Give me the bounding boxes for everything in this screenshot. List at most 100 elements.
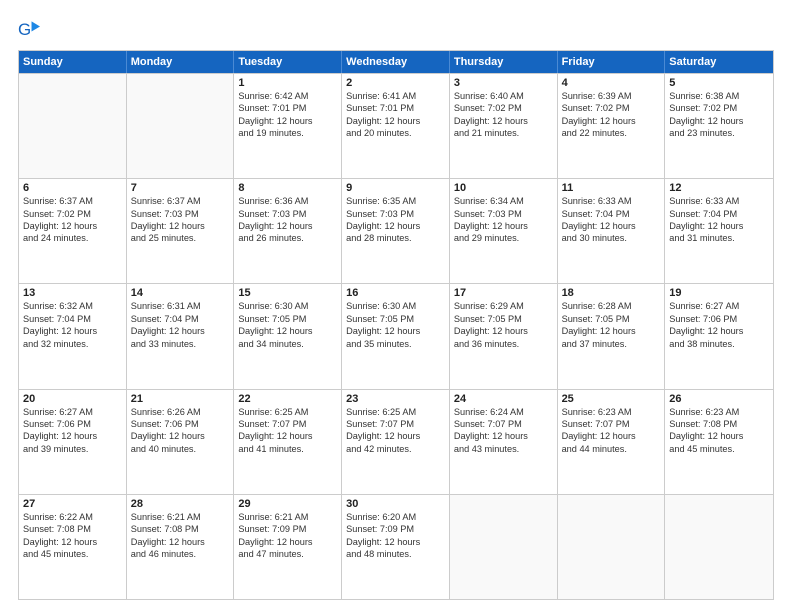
cell-line: Daylight: 12 hours — [23, 220, 122, 232]
calendar-cell: 11Sunrise: 6:33 AMSunset: 7:04 PMDayligh… — [558, 179, 666, 283]
calendar-row: 6Sunrise: 6:37 AMSunset: 7:02 PMDaylight… — [19, 178, 773, 283]
calendar-cell: 12Sunrise: 6:33 AMSunset: 7:04 PMDayligh… — [665, 179, 773, 283]
cell-line: Daylight: 12 hours — [454, 325, 553, 337]
cell-line: Daylight: 12 hours — [346, 430, 445, 442]
day-number: 16 — [346, 287, 445, 299]
calendar-row: 13Sunrise: 6:32 AMSunset: 7:04 PMDayligh… — [19, 283, 773, 388]
calendar-cell: 13Sunrise: 6:32 AMSunset: 7:04 PMDayligh… — [19, 284, 127, 388]
calendar-cell: 1Sunrise: 6:42 AMSunset: 7:01 PMDaylight… — [234, 74, 342, 178]
cell-line: and 45 minutes. — [23, 548, 122, 560]
day-number: 15 — [238, 287, 337, 299]
day-number: 13 — [23, 287, 122, 299]
day-number: 23 — [346, 393, 445, 405]
calendar-cell: 4Sunrise: 6:39 AMSunset: 7:02 PMDaylight… — [558, 74, 666, 178]
cell-line: Sunset: 7:09 PM — [346, 523, 445, 535]
day-number: 27 — [23, 498, 122, 510]
cell-line: Daylight: 12 hours — [238, 430, 337, 442]
cell-line: Daylight: 12 hours — [23, 536, 122, 548]
calendar-cell: 19Sunrise: 6:27 AMSunset: 7:06 PMDayligh… — [665, 284, 773, 388]
cell-line: Sunrise: 6:36 AM — [238, 195, 337, 207]
cell-line: and 48 minutes. — [346, 548, 445, 560]
cell-line: Sunset: 7:09 PM — [238, 523, 337, 535]
cell-line: Sunrise: 6:37 AM — [23, 195, 122, 207]
day-number: 24 — [454, 393, 553, 405]
calendar-cell — [665, 495, 773, 599]
calendar-row: 20Sunrise: 6:27 AMSunset: 7:06 PMDayligh… — [19, 389, 773, 494]
calendar-cell: 23Sunrise: 6:25 AMSunset: 7:07 PMDayligh… — [342, 390, 450, 494]
cell-line: Daylight: 12 hours — [669, 220, 769, 232]
cell-line: Sunset: 7:01 PM — [346, 102, 445, 114]
day-number: 25 — [562, 393, 661, 405]
cell-line: Daylight: 12 hours — [562, 115, 661, 127]
cell-line: Daylight: 12 hours — [238, 220, 337, 232]
day-number: 7 — [131, 182, 230, 194]
cell-line: Daylight: 12 hours — [346, 536, 445, 548]
calendar-cell: 2Sunrise: 6:41 AMSunset: 7:01 PMDaylight… — [342, 74, 450, 178]
cell-line: Sunrise: 6:22 AM — [23, 511, 122, 523]
day-number: 9 — [346, 182, 445, 194]
cell-line: Daylight: 12 hours — [238, 325, 337, 337]
cell-line: Sunrise: 6:37 AM — [131, 195, 230, 207]
cell-line: Sunset: 7:02 PM — [669, 102, 769, 114]
cell-line: Daylight: 12 hours — [131, 325, 230, 337]
cell-line: Sunset: 7:08 PM — [23, 523, 122, 535]
day-number: 8 — [238, 182, 337, 194]
day-number: 2 — [346, 77, 445, 89]
cell-line: and 19 minutes. — [238, 127, 337, 139]
calendar-cell — [19, 74, 127, 178]
cell-line: Sunrise: 6:21 AM — [131, 511, 230, 523]
calendar-header-day: Friday — [558, 51, 666, 73]
cell-line: Daylight: 12 hours — [669, 325, 769, 337]
cell-line: Sunrise: 6:39 AM — [562, 90, 661, 102]
day-number: 11 — [562, 182, 661, 194]
calendar-row: 1Sunrise: 6:42 AMSunset: 7:01 PMDaylight… — [19, 73, 773, 178]
cell-line: and 46 minutes. — [131, 548, 230, 560]
cell-line: and 40 minutes. — [131, 443, 230, 455]
cell-line: Daylight: 12 hours — [346, 115, 445, 127]
cell-line: Daylight: 12 hours — [454, 115, 553, 127]
cell-line: Daylight: 12 hours — [23, 325, 122, 337]
calendar-cell: 20Sunrise: 6:27 AMSunset: 7:06 PMDayligh… — [19, 390, 127, 494]
cell-line: Daylight: 12 hours — [562, 325, 661, 337]
cell-line: Sunset: 7:04 PM — [562, 208, 661, 220]
day-number: 21 — [131, 393, 230, 405]
calendar-cell — [450, 495, 558, 599]
cell-line: Sunset: 7:08 PM — [669, 418, 769, 430]
cell-line: Sunrise: 6:27 AM — [23, 406, 122, 418]
cell-line: and 45 minutes. — [669, 443, 769, 455]
cell-line: and 32 minutes. — [23, 338, 122, 350]
cell-line: and 31 minutes. — [669, 232, 769, 244]
calendar-cell — [127, 74, 235, 178]
cell-line: Sunset: 7:02 PM — [454, 102, 553, 114]
calendar-header-day: Thursday — [450, 51, 558, 73]
cell-line: and 28 minutes. — [346, 232, 445, 244]
day-number: 1 — [238, 77, 337, 89]
cell-line: Sunrise: 6:30 AM — [346, 300, 445, 312]
cell-line: Daylight: 12 hours — [346, 325, 445, 337]
cell-line: Sunset: 7:02 PM — [23, 208, 122, 220]
day-number: 10 — [454, 182, 553, 194]
cell-line: Sunrise: 6:32 AM — [23, 300, 122, 312]
cell-line: Daylight: 12 hours — [562, 220, 661, 232]
calendar-header-day: Saturday — [665, 51, 773, 73]
calendar-row: 27Sunrise: 6:22 AMSunset: 7:08 PMDayligh… — [19, 494, 773, 599]
cell-line: Sunset: 7:05 PM — [454, 313, 553, 325]
calendar-cell — [558, 495, 666, 599]
cell-line: Sunset: 7:03 PM — [346, 208, 445, 220]
calendar-cell: 22Sunrise: 6:25 AMSunset: 7:07 PMDayligh… — [234, 390, 342, 494]
cell-line: and 42 minutes. — [346, 443, 445, 455]
cell-line: Sunrise: 6:28 AM — [562, 300, 661, 312]
calendar: SundayMondayTuesdayWednesdayThursdayFrid… — [18, 50, 774, 600]
header: G — [18, 18, 774, 40]
day-number: 19 — [669, 287, 769, 299]
cell-line: Daylight: 12 hours — [562, 430, 661, 442]
calendar-body: 1Sunrise: 6:42 AMSunset: 7:01 PMDaylight… — [19, 73, 773, 599]
calendar-cell: 7Sunrise: 6:37 AMSunset: 7:03 PMDaylight… — [127, 179, 235, 283]
cell-line: and 30 minutes. — [562, 232, 661, 244]
cell-line: Sunset: 7:06 PM — [669, 313, 769, 325]
cell-line: Daylight: 12 hours — [131, 220, 230, 232]
cell-line: and 20 minutes. — [346, 127, 445, 139]
cell-line: Daylight: 12 hours — [238, 115, 337, 127]
cell-line: Sunrise: 6:30 AM — [238, 300, 337, 312]
calendar-cell: 18Sunrise: 6:28 AMSunset: 7:05 PMDayligh… — [558, 284, 666, 388]
